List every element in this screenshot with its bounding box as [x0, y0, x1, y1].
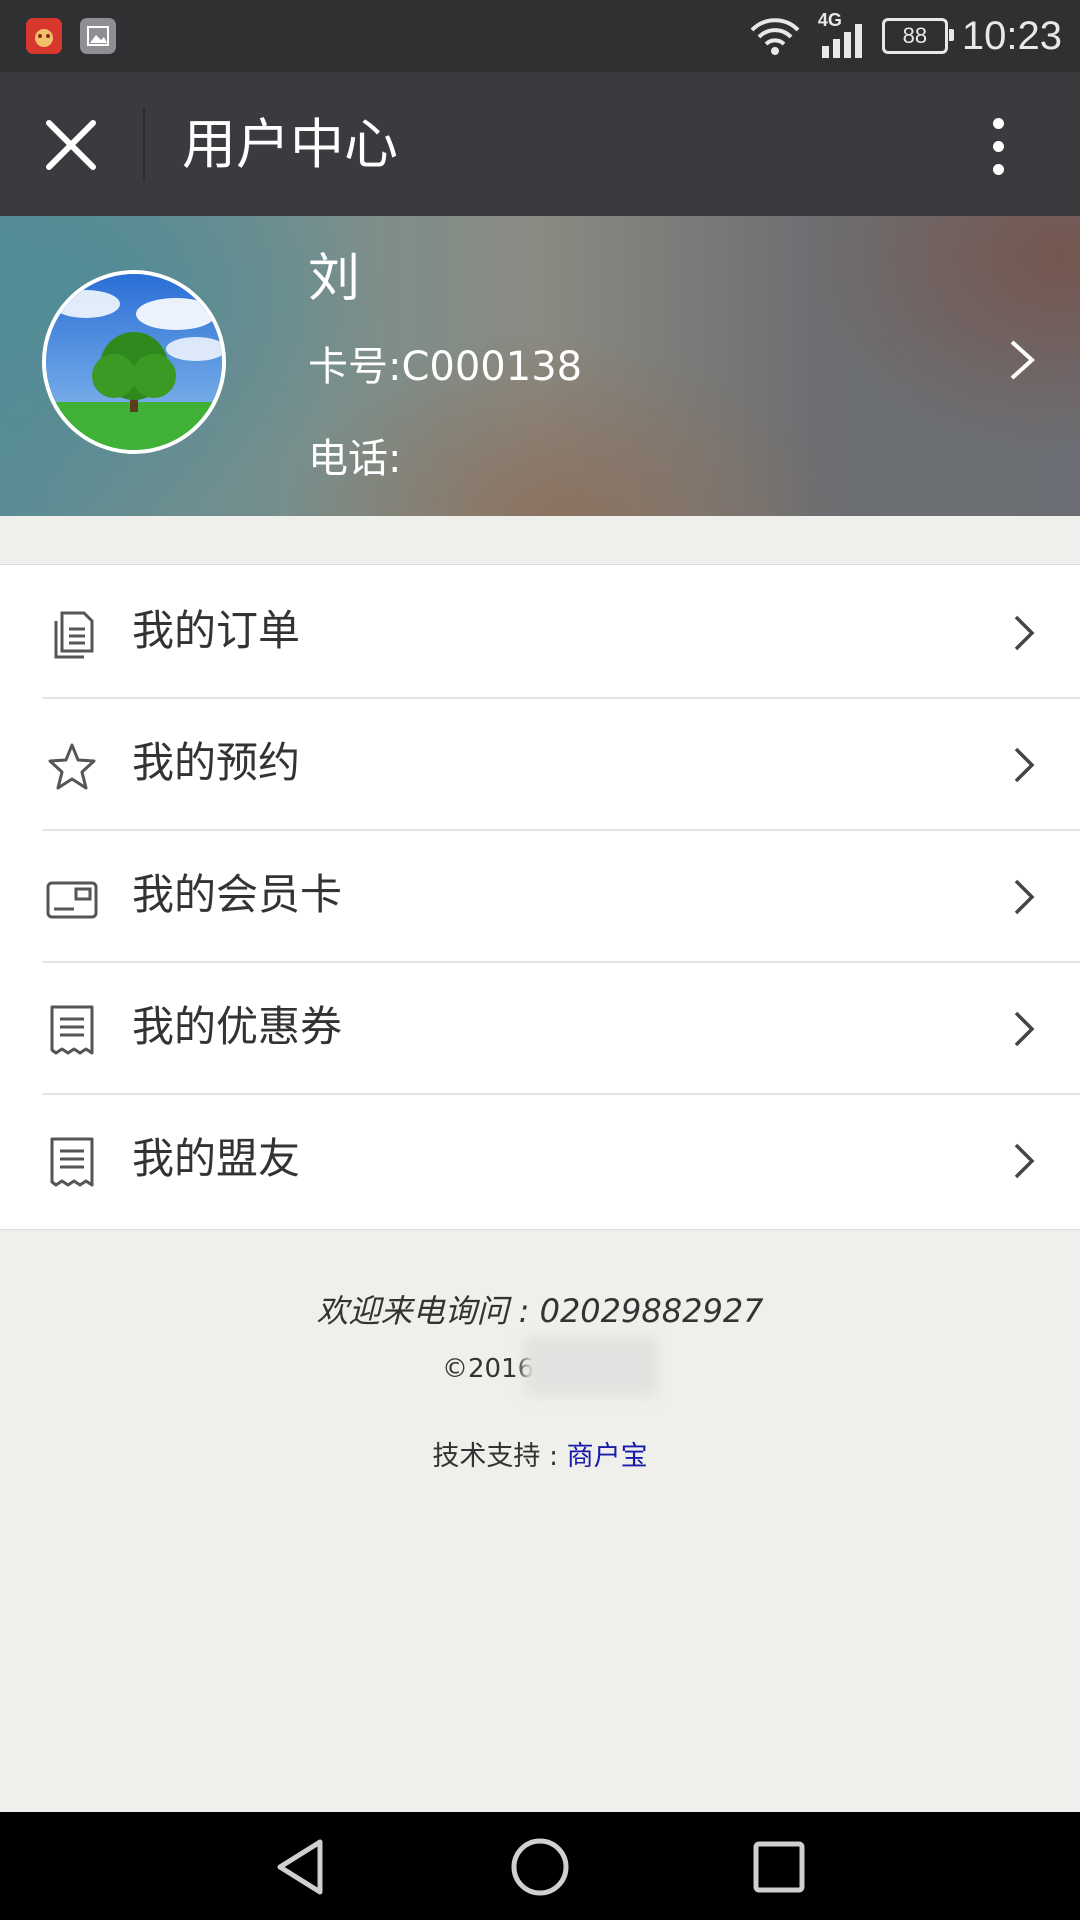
gallery-notification-icon [80, 18, 116, 54]
back-icon[interactable] [270, 1836, 332, 1898]
more-options-button[interactable] [970, 108, 1026, 184]
wifi-icon [750, 18, 800, 55]
menu-item-label: 我的盟友 [132, 1134, 301, 1183]
menu-list: 我的订单 我的预约 我的会员卡 我的优惠券 我的盟友 [0, 564, 1080, 1230]
navigation-bar [0, 1812, 1080, 1920]
menu-item-label: 我的预约 [132, 738, 301, 787]
card-number: 卡号:C000138 [308, 344, 583, 390]
tech-support-prefix: 技术支持 : [432, 1441, 567, 1472]
status-bar: 4G 88 10:23 [0, 0, 1080, 72]
phone-number: 电话: [308, 436, 402, 482]
chevron-right-icon [1014, 747, 1035, 783]
menu-item-allies[interactable]: 我的盟友 [0, 1093, 1080, 1225]
contact-phone-text: 欢迎来电询问 : 02029882927 [316, 1292, 764, 1330]
more-vertical-icon [992, 117, 1004, 129]
chevron-right-icon [1014, 1143, 1035, 1179]
menu-item-label: 我的订单 [132, 606, 301, 655]
home-icon[interactable] [509, 1836, 571, 1898]
menu-item-coupons[interactable]: 我的优惠券 [0, 961, 1080, 1093]
menu-item-orders[interactable]: 我的订单 [0, 565, 1080, 697]
close-button[interactable] [36, 110, 106, 180]
receipt-icon [50, 1137, 94, 1187]
app-notification-icon [26, 18, 62, 54]
page-title: 用户中心 [182, 113, 398, 176]
profile-name: 刘 [308, 249, 361, 309]
avatar [42, 270, 226, 454]
battery-level: 88 [902, 23, 928, 48]
menu-item-membership-card[interactable]: 我的会员卡 [0, 829, 1080, 961]
recents-icon[interactable] [748, 1836, 810, 1898]
chevron-right-icon [1014, 879, 1035, 915]
copyright-text: ©2016 [442, 1354, 535, 1384]
card-icon [46, 881, 98, 919]
status-time: 10:23 [961, 13, 1062, 58]
menu-item-reservations[interactable]: 我的预约 [0, 697, 1080, 829]
star-icon [48, 743, 96, 790]
menu-item-label: 我的优惠券 [132, 1002, 343, 1051]
chevron-right-icon [1014, 1011, 1035, 1047]
tech-support-line: 技术支持 : 商户宝 [0, 1434, 1080, 1473]
close-icon [46, 120, 96, 170]
menu-item-label: 我的会员卡 [132, 870, 343, 919]
chevron-right-icon [1010, 340, 1035, 380]
title-bar: 用户中心 [0, 72, 1080, 216]
tech-support-link[interactable]: 商户宝 [567, 1441, 648, 1472]
receipt-icon [50, 1005, 94, 1055]
battery-icon: 88 [881, 18, 954, 54]
signal-icon: 4G [816, 10, 868, 60]
redacted-company-name [524, 1336, 658, 1396]
chevron-right-icon [1014, 615, 1035, 651]
title-divider [143, 108, 145, 182]
profile-header[interactable]: 刘 卡号:C000138 电话: [0, 216, 1080, 516]
document-icon [54, 611, 94, 659]
